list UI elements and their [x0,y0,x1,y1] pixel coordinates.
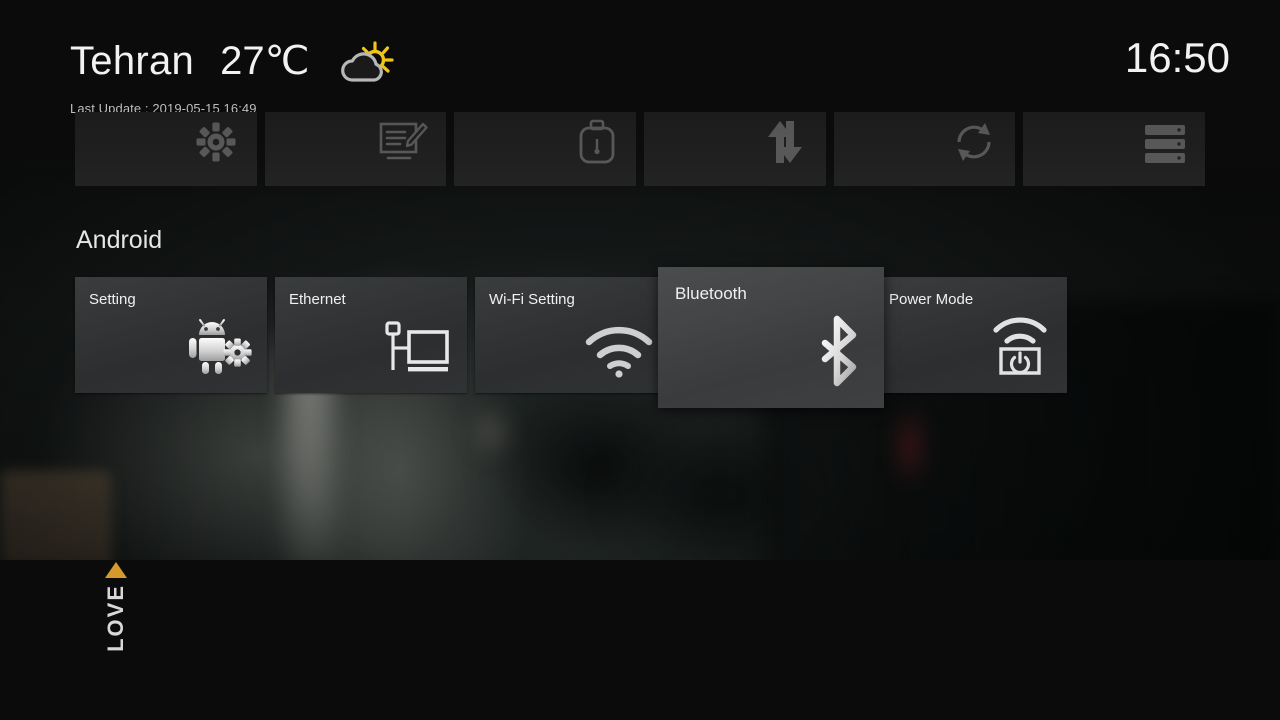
gear-icon [193,119,239,170]
server-icon [1143,123,1187,170]
tile-wifi-setting[interactable]: Wi-Fi Setting [475,277,667,393]
bluetooth-icon [816,315,862,392]
play-triangle-icon [105,562,127,578]
tile-label: Wi-Fi Setting [489,291,575,308]
status-header: Tehran 27℃ Last Update : 2019-05-15 16:4… [0,0,1280,117]
clock: 16:50 [1124,34,1230,81]
section-title-android: Android [76,226,163,254]
wifi-icon [585,326,653,383]
transfer-icon [762,119,808,170]
android-robot-gear-icon [181,316,253,383]
weather-widget[interactable]: Tehran 27℃ [70,38,394,84]
tile-bluetooth[interactable]: Bluetooth [658,267,884,408]
weather-city: Tehran [70,39,195,83]
quick-action-storage[interactable] [1023,112,1206,186]
quick-action-transfer[interactable] [644,112,826,186]
quick-action-settings[interactable] [75,112,257,186]
sync-icon [951,119,997,170]
quick-action-row [75,112,1206,186]
bottom-banner: LOVE [0,560,1280,720]
quick-action-edit-note[interactable] [264,112,447,186]
love-badge: LOVE [96,560,136,680]
ethernet-monitor-icon [379,320,453,383]
wifi-power-icon [987,316,1053,383]
lock-bag-icon [576,119,618,170]
tile-label: Bluetooth [675,284,747,303]
note-edit-icon [378,121,429,170]
tile-label: Power Mode [889,291,974,308]
partly-cloudy-icon [338,40,394,86]
header-right: 16:50 [950,0,1280,110]
weather-temperature: 27℃ [220,39,310,83]
tile-power-mode[interactable]: Power Mode [875,277,1067,393]
quick-action-lock[interactable] [454,112,637,186]
tile-setting[interactable]: Setting [75,277,267,393]
tile-ethernet[interactable]: Ethernet [275,277,467,393]
android-tile-row: Setting Ethernet Wi-Fi Setting Bluetooth… [75,267,1205,408]
tile-label: Ethernet [289,291,346,308]
love-vertical-text: LOVE [103,584,128,652]
tile-label: Setting [89,291,136,308]
tv-home-screen: Tehran 27℃ Last Update : 2019-05-15 16:4… [0,0,1280,720]
quick-action-sync[interactable] [833,112,1016,186]
